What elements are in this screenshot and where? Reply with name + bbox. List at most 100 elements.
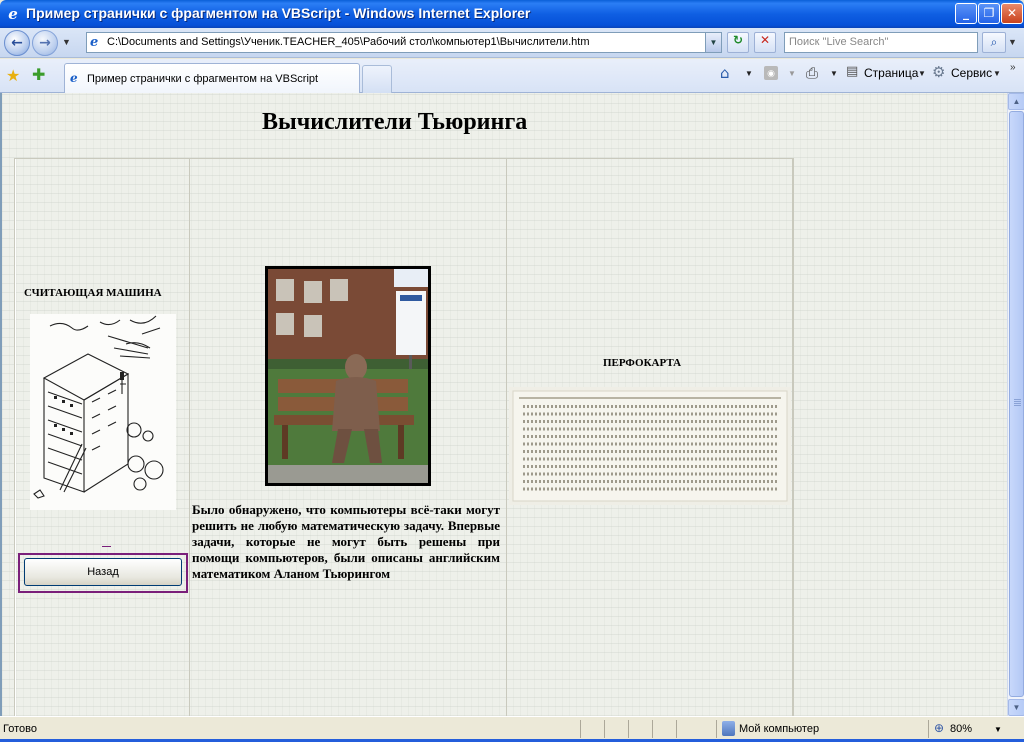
tab-active[interactable]: e Пример странички с фрагментом на VBScr…	[64, 63, 360, 93]
new-tab-button[interactable]	[362, 65, 392, 93]
punch-card-hole	[727, 412, 729, 416]
punch-card-hole	[647, 442, 649, 446]
punch-card-hole	[583, 427, 585, 431]
punch-card-hole	[775, 420, 777, 423]
punch-card-hole	[543, 427, 545, 431]
punch-card-hole	[531, 412, 533, 416]
search-options-dropdown[interactable]: ▼	[1008, 37, 1017, 47]
feeds-dropdown-icon[interactable]: ▼	[788, 69, 796, 78]
punch-card-hole	[607, 472, 609, 476]
page-menu-caret-icon[interactable]: ▼	[918, 69, 926, 78]
address-input[interactable]: e C:\Documents and Settings\Ученик.TEACH…	[86, 32, 722, 53]
punch-card-hole	[651, 405, 653, 408]
address-url: C:\Documents and Settings\Ученик.TEACHER…	[107, 36, 590, 48]
refresh-button[interactable]: ↻	[727, 32, 749, 53]
add-favorites-icon[interactable]: ✚	[32, 65, 45, 84]
punch-card-hole	[583, 420, 585, 423]
forward-button[interactable]: →	[32, 30, 58, 56]
punch-card-hole	[715, 405, 717, 408]
punch-card-hole	[543, 435, 545, 438]
scroll-up-button[interactable]: ▲	[1008, 93, 1024, 110]
scroll-down-button[interactable]: ▼	[1008, 699, 1024, 716]
back-page-button[interactable]: Назад	[24, 558, 182, 586]
punch-card-hole	[559, 487, 561, 491]
punch-card-hole	[559, 472, 561, 476]
search-input[interactable]: Поиск "Live Search"	[784, 32, 978, 53]
print-dropdown-icon[interactable]: ▼	[830, 69, 838, 78]
punch-card-hole	[663, 480, 665, 483]
punch-card-hole	[647, 435, 649, 438]
punch-card-hole	[627, 472, 629, 476]
close-button[interactable]: ✕	[1001, 3, 1023, 24]
punch-card-hole	[619, 420, 621, 423]
punch-card-hole	[539, 465, 541, 468]
punch-card-hole	[775, 465, 777, 468]
punch-card-hole	[595, 412, 597, 416]
punch-card-hole	[659, 442, 661, 446]
favorites-star-icon[interactable]: ★	[6, 66, 20, 85]
punch-card-hole	[599, 480, 601, 483]
punch-card-hole	[723, 442, 725, 446]
punch-card-hole	[531, 480, 533, 483]
recent-pages-dropdown[interactable]: ▼	[62, 37, 71, 47]
punch-card-hole	[575, 480, 577, 483]
punch-card-hole	[727, 442, 729, 446]
home-icon[interactable]: ⌂	[720, 64, 730, 82]
punch-card-hole	[719, 465, 721, 468]
stop-button[interactable]: ✕	[754, 32, 776, 53]
punch-card-hole	[651, 457, 653, 461]
printer-icon[interactable]: ⎙	[806, 64, 818, 82]
punch-card-hole	[735, 465, 737, 468]
punch-card-hole	[555, 405, 557, 408]
search-button[interactable]: ⌕	[982, 32, 1006, 53]
ie-window: e Пример странички с фрагментом на VBScr…	[0, 0, 1024, 742]
punch-card-hole	[615, 480, 617, 483]
punch-card-hole	[715, 427, 717, 431]
zoom-dropdown-icon[interactable]: ▼	[994, 725, 1002, 734]
punch-card-hole	[751, 480, 753, 483]
punch-card-hole	[631, 472, 633, 476]
punch-card-hole	[567, 405, 569, 408]
punch-card-hole	[607, 412, 609, 416]
status-text: Готово	[3, 723, 37, 735]
punch-card-hole	[587, 465, 589, 468]
back-button[interactable]: ←	[4, 30, 30, 56]
title-bar[interactable]: e Пример странички с фрагментом на VBScr…	[0, 0, 1024, 28]
punch-card-hole	[731, 480, 733, 483]
more-commands-icon[interactable]: »	[1010, 62, 1016, 73]
minimize-button[interactable]: _	[955, 3, 977, 24]
vertical-scrollbar[interactable]: ▲ ▼	[1007, 93, 1024, 716]
punch-card-hole	[675, 405, 677, 408]
punch-card-hole	[615, 457, 617, 461]
page-menu[interactable]: Страница	[864, 66, 918, 80]
punch-card-hole	[771, 420, 773, 423]
punch-card-hole	[699, 405, 701, 408]
punch-card-hole	[691, 465, 693, 468]
zoom-icon[interactable]: ⊕	[934, 721, 944, 735]
punch-card-hole	[651, 420, 653, 423]
punch-card-hole	[759, 457, 761, 461]
punch-card-hole	[595, 480, 597, 483]
punch-card-hole	[603, 450, 605, 453]
punch-card-hole	[763, 435, 765, 438]
restore-button[interactable]: ❐	[978, 3, 1000, 24]
punch-card-hole	[751, 465, 753, 468]
punch-card-hole	[599, 405, 601, 408]
punch-card-hole	[675, 480, 677, 483]
punch-card-hole	[575, 420, 577, 423]
punch-card-hole	[563, 487, 565, 491]
home-dropdown-icon[interactable]: ▼	[745, 69, 753, 78]
punch-card-hole	[539, 487, 541, 491]
punch-card-hole	[711, 450, 713, 453]
punch-card-hole	[679, 420, 681, 423]
address-dropdown-icon[interactable]: ▼	[705, 33, 721, 52]
punch-card-hole	[635, 472, 637, 476]
zoom-level[interactable]: 80%	[950, 723, 972, 735]
scroll-thumb[interactable]	[1009, 111, 1024, 697]
punch-card-hole	[639, 405, 641, 408]
rss-feeds-icon[interactable]: ◉	[764, 66, 778, 80]
punch-card-hole	[695, 450, 697, 453]
tools-menu[interactable]: Сервис	[951, 66, 992, 80]
tools-menu-caret-icon[interactable]: ▼	[993, 69, 1001, 78]
punch-card-hole	[667, 465, 669, 468]
